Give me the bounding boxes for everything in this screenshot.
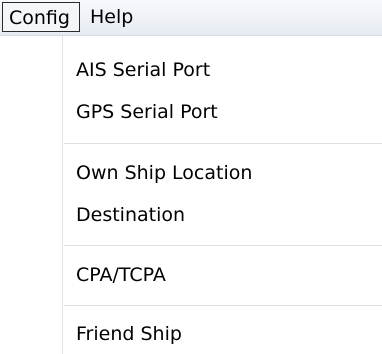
menu-item-destination[interactable]: Destination bbox=[64, 198, 382, 232]
menu-bar: Config Help bbox=[0, 0, 382, 36]
menu-config[interactable]: Config bbox=[2, 2, 80, 32]
menu-item-ais-serial-port[interactable]: AIS Serial Port bbox=[64, 53, 382, 87]
menu-separator bbox=[64, 305, 382, 307]
menu-item-gps-serial-port[interactable]: GPS Serial Port bbox=[64, 95, 382, 129]
menu-item-cpa-tcpa[interactable]: CPA/TCPA bbox=[64, 258, 382, 292]
menu-help[interactable]: Help bbox=[84, 2, 146, 32]
menu-item-friend-ship[interactable]: Friend Ship bbox=[64, 317, 382, 351]
menu-separator bbox=[64, 245, 382, 247]
menu-item-own-ship-location[interactable]: Own Ship Location bbox=[64, 156, 382, 190]
menu-separator bbox=[64, 143, 382, 145]
config-dropdown-menu: AIS Serial Port GPS Serial Port Own Ship… bbox=[0, 36, 382, 354]
